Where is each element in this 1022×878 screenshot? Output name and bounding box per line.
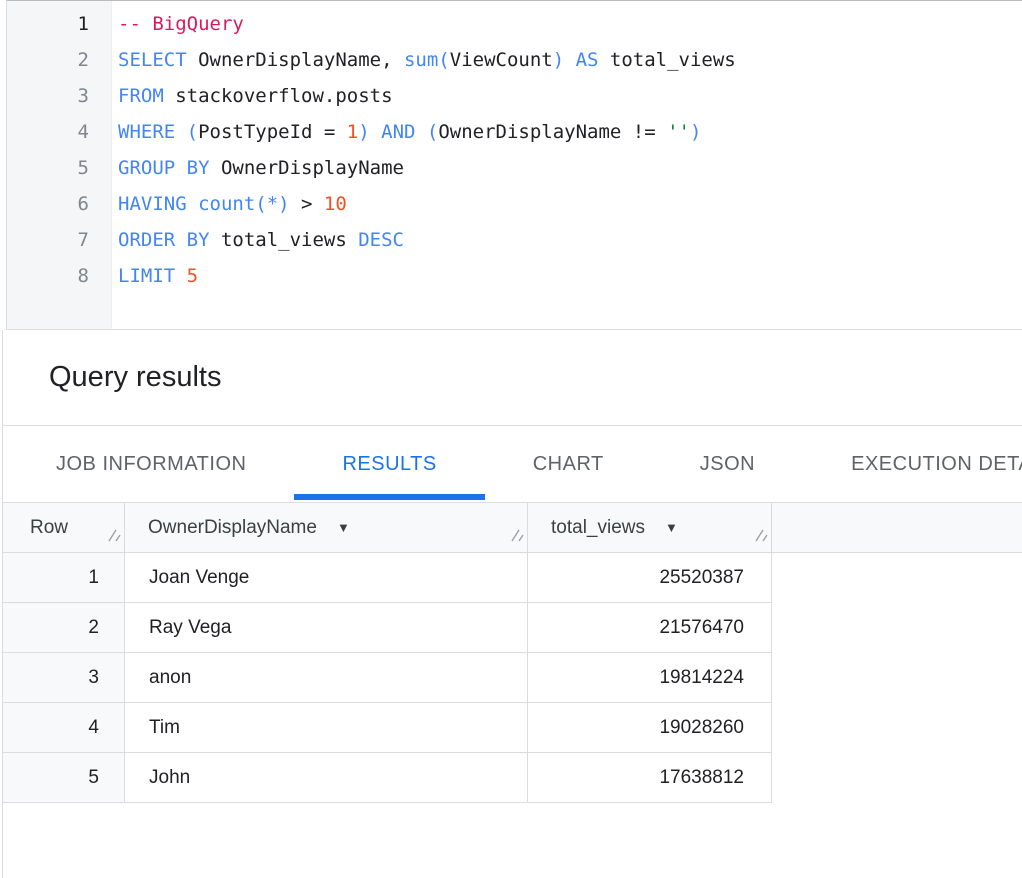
code-token: FROM [118,85,164,107]
tab-execution-details[interactable]: EXECUTION DETAILS [803,426,1022,502]
code-token: 5 [187,265,198,287]
filler-cell [772,703,1022,753]
column-resize-handle[interactable] [106,527,121,549]
code-token: OwnerDisplayName != [438,121,667,143]
row-number-cell: 4 [3,703,125,753]
code-token: '' [667,121,690,143]
code-token: LIMIT [118,265,187,287]
code-token: total_views [598,49,735,71]
code-line: FROM stackoverflow.posts [118,78,1022,114]
column-header-total-views: total_views ▼ [528,503,772,552]
tab-json[interactable]: JSON [652,426,803,502]
filler-cell [772,553,1022,603]
code-line: -- BigQuery [118,6,1022,42]
code-line: HAVING count(*) > 10 [118,186,1022,222]
column-header-label: Row [30,517,68,539]
code-line: LIMIT 5 [118,258,1022,294]
filler-cell [772,603,1022,653]
tab-results[interactable]: RESULTS [294,426,484,502]
code-token: HAVING count(*) [118,193,290,215]
line-number: 4 [7,114,89,150]
code-token: ORDER BY [118,229,210,251]
total-views-cell: 25520387 [528,553,772,603]
code-token: ) AND ( [358,121,438,143]
results-tabbar: JOB INFORMATIONRESULTSCHARTJSONEXECUTION… [3,426,1022,503]
code-token: SELECT [118,49,187,71]
code-token: ViewCount [450,49,553,71]
table-row: 3anon19814224 [3,653,1022,703]
page-title: Query results [49,361,221,394]
code-token: OwnerDisplayName [210,157,404,179]
column-resize-handle[interactable] [509,527,524,549]
column-menu-dropdown-icon[interactable]: ▼ [665,520,678,535]
row-number-cell: 1 [3,553,125,603]
code-token: OwnerDisplayName, [187,49,404,71]
line-number: 7 [7,222,89,258]
column-header-row: Row [3,503,125,552]
query-results-header: Query results [3,330,1022,426]
code-token: total_views [210,229,359,251]
code-token: ) [690,121,701,143]
column-header-label: OwnerDisplayName [148,517,317,539]
filler-cell [772,753,1022,803]
line-number-gutter: 12345678 [7,1,112,329]
results-table-header: Row OwnerDisplayName ▼ total_views ▼ [3,503,1022,553]
code-line: WHERE (PostTypeId = 1) AND (OwnerDisplay… [118,114,1022,150]
owner-display-name-cell: Joan Venge [125,553,528,603]
code-line: ORDER BY total_views DESC [118,222,1022,258]
code-token: -- BigQuery [118,13,244,35]
code-token: stackoverflow.posts [164,85,393,107]
tab-chart[interactable]: CHART [485,426,652,502]
sql-editor-panel: 12345678 -- BigQuerySELECT OwnerDisplayN… [6,0,1022,330]
code-token: 10 [324,193,347,215]
total-views-cell: 19814224 [528,653,772,703]
code-token: ) AS [553,49,599,71]
owner-display-name-cell: John [125,753,528,803]
code-token: > [290,193,324,215]
line-number: 1 [7,6,89,42]
row-number-cell: 2 [3,603,125,653]
code-line: SELECT OwnerDisplayName, sum(ViewCount) … [118,42,1022,78]
line-number: 8 [7,258,89,294]
code-token: GROUP BY [118,157,210,179]
total-views-cell: 17638812 [528,753,772,803]
results-table-body: 1Joan Venge255203872Ray Vega215764703ano… [3,553,1022,803]
sql-code-editor[interactable]: -- BigQuery SELECT OwnerDisplayName, sum(… [112,1,1022,329]
line-number: 5 [7,150,89,186]
line-number: 3 [7,78,89,114]
table-row: 1Joan Venge25520387 [3,553,1022,603]
row-number-cell: 3 [3,653,125,703]
owner-display-name-cell: Ray Vega [125,603,528,653]
code-token: PostTypeId = [198,121,347,143]
filler-cell [772,653,1022,703]
column-resize-handle[interactable] [753,527,768,549]
table-row: 5John17638812 [3,753,1022,803]
table-row: 4Tim19028260 [3,703,1022,753]
column-header-label: total_views [551,517,645,539]
table-row: 2Ray Vega21576470 [3,603,1022,653]
column-menu-dropdown-icon[interactable]: ▼ [337,520,350,535]
column-header-filler [772,503,1022,552]
line-number: 2 [7,42,89,78]
total-views-cell: 19028260 [528,703,772,753]
tab-job-information[interactable]: JOB INFORMATION [8,426,294,502]
query-results-panel: Query results JOB INFORMATIONRESULTSCHAR… [2,330,1022,878]
code-token: sum( [404,49,450,71]
owner-display-name-cell: Tim [125,703,528,753]
owner-display-name-cell: anon [125,653,528,703]
total-views-cell: 21576470 [528,603,772,653]
code-line: GROUP BY OwnerDisplayName [118,150,1022,186]
code-token: DESC [358,229,404,251]
code-token: WHERE ( [118,121,198,143]
code-token: 1 [347,121,358,143]
column-header-ownerdisplayname: OwnerDisplayName ▼ [125,503,528,552]
line-number: 6 [7,186,89,222]
row-number-cell: 5 [3,753,125,803]
